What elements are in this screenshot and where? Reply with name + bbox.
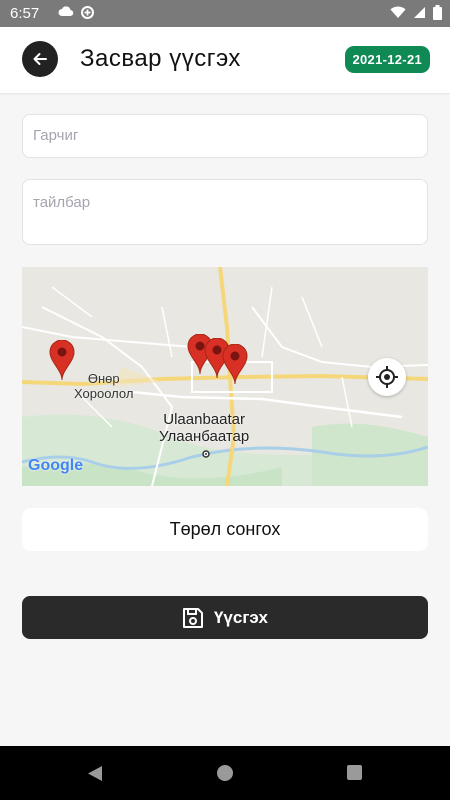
map-label-city: Ulaanbaatar Улаанбаатар [159,411,249,445]
battery-icon [433,5,442,20]
status-time: 6:57 [10,5,40,22]
map-marker-icon[interactable] [49,340,75,380]
map-label-city-cyrillic: Улаанбаатар [159,428,250,445]
google-logo: Google [28,457,84,474]
wifi-icon [390,6,406,18]
app-bar: Засвар үүсгэх 2021-12-21 [0,27,450,93]
arrow-left-icon [33,53,47,65]
save-icon [182,607,203,628]
title-input[interactable]: Гарчиг [22,114,428,158]
nav-recents-icon[interactable] [347,765,362,780]
map-label-city-latin: Ulaanbaatar [163,411,245,428]
map-marker-icon[interactable] [222,344,248,384]
date-badge: 2021-12-21 [344,46,430,73]
system-nav-bar [0,746,450,800]
description-input[interactable]: тайлбар [22,179,428,245]
crosshair-icon [376,366,398,388]
nav-back-icon[interactable] [87,765,103,782]
data-saver-icon [81,6,94,19]
map-label-district: Өнөр Хороолол [74,371,133,401]
back-button[interactable] [22,41,58,77]
map-label-district-line2: Хороолол [74,386,134,401]
signal-icon [414,7,425,18]
status-bar: 6:57 [0,0,450,27]
map-view[interactable]: Өнөр Хороолол Ulaanbaatar Улаанбаатар Go… [22,267,428,486]
cloud-icon [58,6,74,17]
save-button[interactable]: Үүсгэх [22,596,428,639]
locate-button[interactable] [368,358,406,396]
page-title: Засвар үүсгэх [80,45,241,72]
type-select-button[interactable]: Төрөл сонгох [22,508,428,551]
map-label-district-line1: Өнөр [87,371,120,386]
save-button-label: Үүсгэх [213,607,269,627]
nav-home-icon[interactable] [217,765,233,781]
